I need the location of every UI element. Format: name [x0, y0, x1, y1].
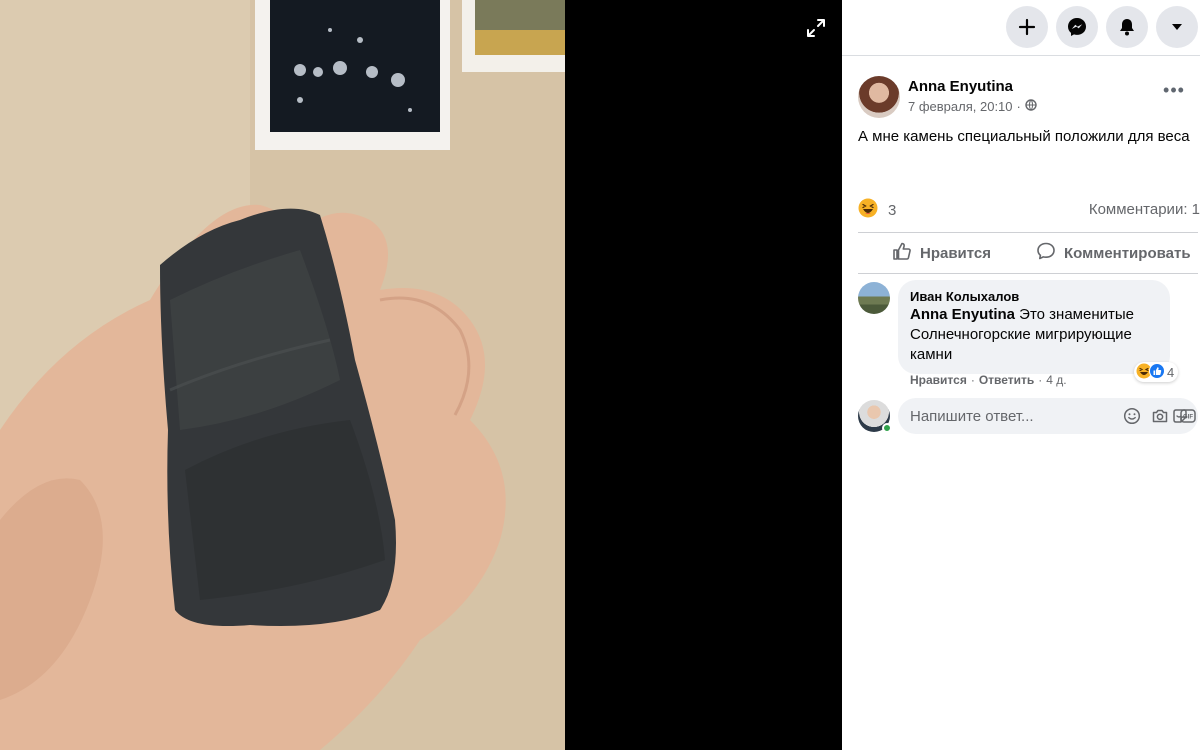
like-button[interactable]: Нравится	[892, 233, 991, 273]
plus-icon[interactable]	[1006, 6, 1048, 48]
globe-icon	[1025, 99, 1037, 114]
comment-reactions[interactable]: 4	[1134, 362, 1179, 382]
bell-icon[interactable]	[1106, 6, 1148, 48]
reaction-count: 3	[888, 201, 897, 219]
like-label: Нравится	[920, 244, 992, 262]
photo-viewer	[0, 0, 842, 750]
comment-bubble: Иван Колыхалов Anna Enyutina Это знамени…	[898, 280, 1170, 374]
post-photo[interactable]	[0, 0, 565, 750]
reaction-summary[interactable]: 3	[858, 198, 896, 222]
messenger-icon[interactable]	[1056, 6, 1098, 48]
emoji-icon[interactable]	[1122, 406, 1142, 426]
comment-meta: Нравится · Ответить · 4 д.	[910, 373, 1067, 387]
thumbs-up-icon	[892, 241, 912, 265]
top-bar	[842, 0, 1200, 56]
caret-down-icon[interactable]	[1156, 6, 1198, 48]
comment-time[interactable]: 4 д.	[1046, 373, 1066, 387]
avatar[interactable]	[858, 400, 892, 433]
comment-reaction-count: 4	[1167, 364, 1175, 380]
post-text: А мне камень специальный положили для ве…	[858, 128, 1190, 145]
post-header: Anna Enyutina 7 февраля, 20:10 · •••	[858, 76, 1188, 122]
post-timestamp[interactable]: 7 февраля, 20:10	[908, 99, 1013, 114]
commenter-name[interactable]: Иван Колыхалов	[910, 288, 1158, 305]
camera-icon[interactable]	[1150, 406, 1170, 426]
comment-button[interactable]: Комментировать	[1036, 233, 1191, 273]
like-reaction-icon	[1149, 362, 1165, 382]
comment-icon	[1036, 241, 1056, 265]
mention-link[interactable]: Anna Enyutina	[910, 306, 1015, 323]
comment-label: Комментировать	[1064, 244, 1191, 262]
haha-reaction-icon	[858, 198, 878, 222]
reply-row: GIF	[858, 398, 1198, 438]
avatar[interactable]	[858, 76, 900, 118]
post-panel: Anna Enyutina 7 февраля, 20:10 · ••• А м…	[842, 0, 1200, 750]
separator-dot: ·	[1038, 373, 1043, 387]
author-name[interactable]: Anna Enyutina	[908, 78, 1013, 95]
post-date: 7 февраля, 20:10 ·	[908, 99, 1037, 114]
comments-count[interactable]: Комментарии: 1	[1089, 201, 1200, 218]
comment-reply-link[interactable]: Ответить	[979, 373, 1034, 387]
separator-dot: ·	[970, 373, 975, 387]
expand-icon[interactable]	[800, 12, 832, 44]
comment-like-link[interactable]: Нравится	[910, 373, 967, 387]
online-status-dot	[882, 423, 892, 433]
avatar[interactable]	[858, 282, 890, 314]
separator-dot: ·	[1016, 99, 1021, 114]
more-options-icon[interactable]: •••	[1160, 81, 1188, 104]
post-actions: Нравится Комментировать	[858, 232, 1198, 274]
comment: Иван Колыхалов Anna Enyutina Это знамени…	[858, 280, 1198, 390]
post-stats: 3 Комментарии: 1	[858, 198, 1200, 222]
comment-text: Anna Enyutina Это знаменитые Солнечногор…	[910, 305, 1158, 365]
sticker-icon[interactable]	[1170, 406, 1190, 426]
